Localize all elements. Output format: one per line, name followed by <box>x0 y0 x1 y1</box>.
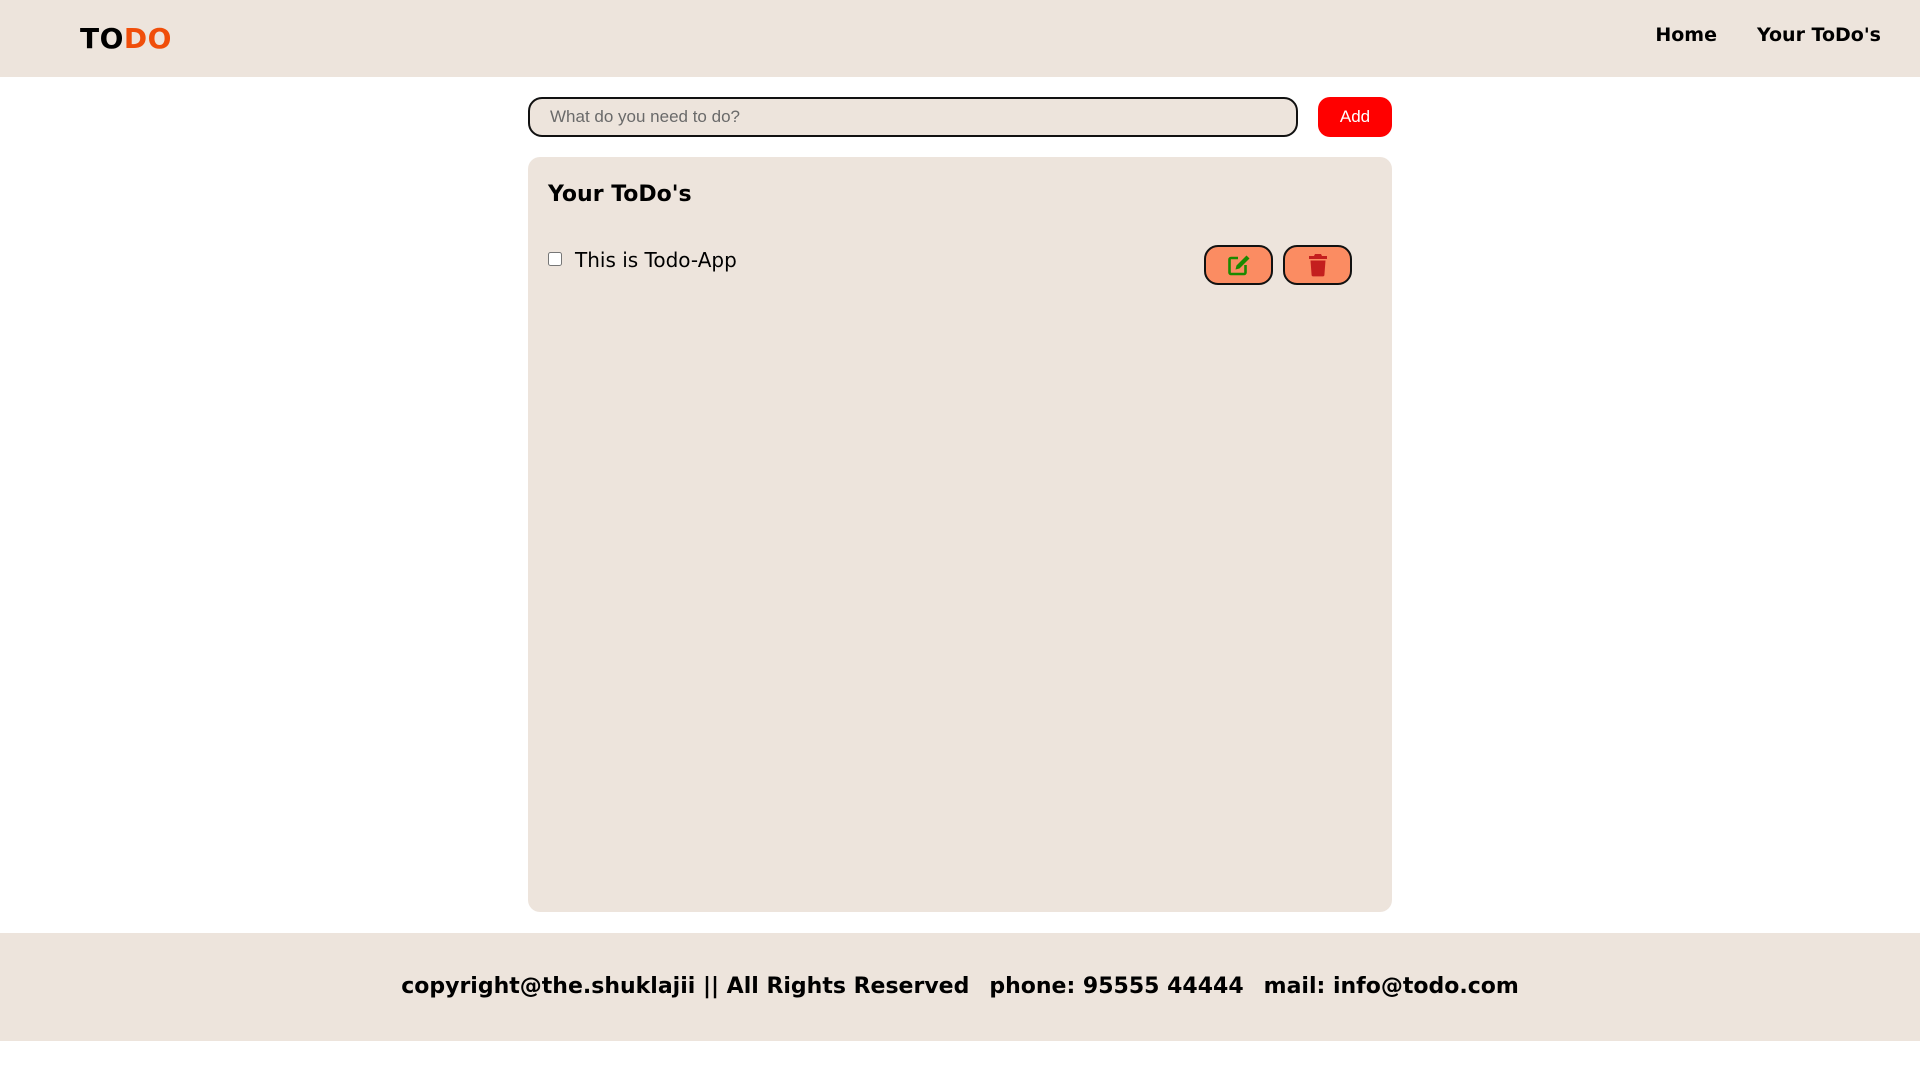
logo[interactable]: TODO <box>80 24 172 54</box>
add-button[interactable]: Add <box>1318 97 1392 137</box>
nav-your-todos-link[interactable]: Your ToDo's <box>1757 23 1881 47</box>
todo-text: This is Todo-App <box>575 248 737 272</box>
edit-icon <box>1227 254 1251 276</box>
nav-home-link[interactable]: Home <box>1655 23 1717 47</box>
todo-checkbox[interactable] <box>548 252 562 266</box>
header: TODO Home Your ToDo's <box>0 0 1920 77</box>
todo-panel-title: Your ToDo's <box>548 182 692 207</box>
todo-panel: Your ToDo's This is Todo-App <box>528 157 1392 912</box>
footer-copyright: copyright@the.shuklajii || All Rights Re… <box>401 974 970 999</box>
footer: copyright@the.shuklajii || All Rights Re… <box>0 933 1920 1041</box>
footer-mail: mail: info@todo.com <box>1263 974 1519 999</box>
delete-button[interactable] <box>1283 245 1352 285</box>
todo-item: This is Todo-App <box>548 245 1378 289</box>
logo-part-2: DO <box>123 22 172 55</box>
edit-button[interactable] <box>1204 245 1273 285</box>
footer-phone: phone: 95555 44444 <box>989 974 1244 999</box>
nav-bar: Home Your ToDo's <box>1655 23 1881 47</box>
logo-part-1: TO <box>80 22 124 55</box>
todo-input[interactable] <box>528 97 1298 137</box>
trash-icon <box>1308 253 1328 277</box>
